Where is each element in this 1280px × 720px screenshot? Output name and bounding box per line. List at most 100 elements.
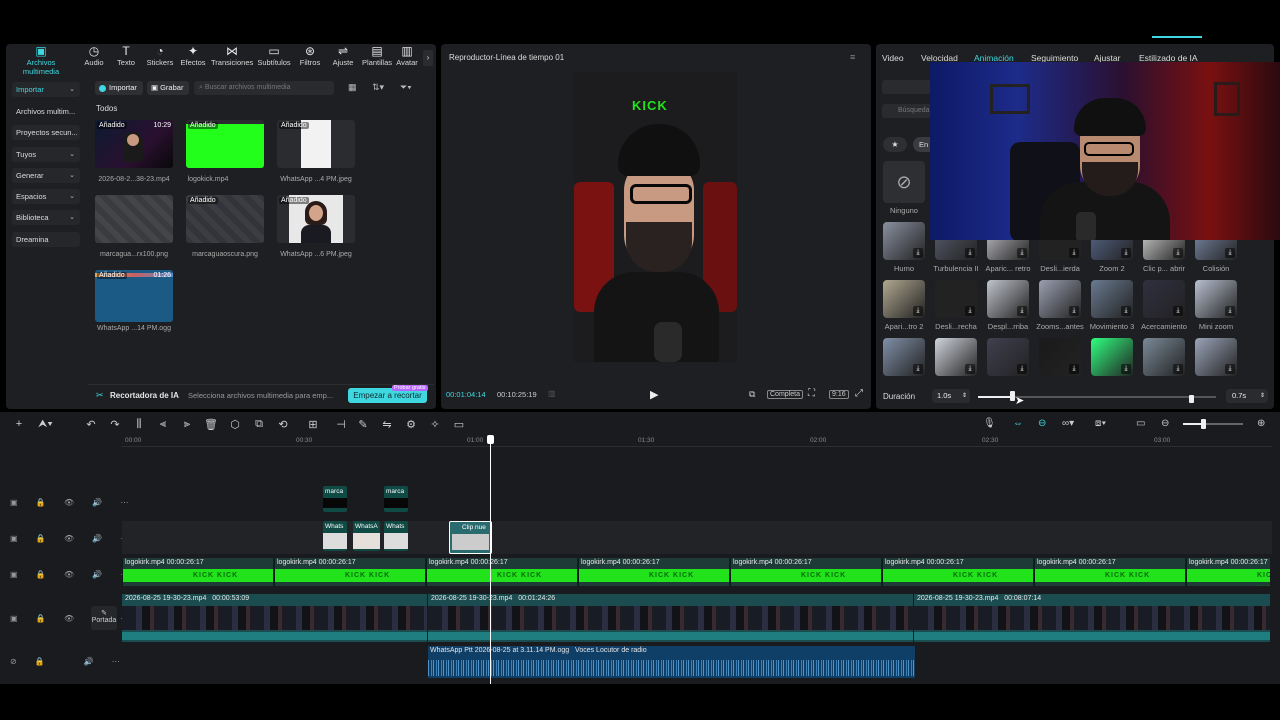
animation-thumb[interactable]: ⤓ bbox=[1195, 338, 1237, 376]
animation-thumb[interactable]: ⤓ bbox=[883, 222, 925, 260]
favorite-star-icon[interactable]: ★ bbox=[883, 137, 907, 152]
caption-icon[interactable]: ▭ bbox=[1136, 418, 1145, 429]
sidebar-item-2[interactable]: Proyectos secun... bbox=[12, 125, 80, 140]
crop-icon[interactable]: ⧉ bbox=[252, 418, 266, 431]
zoom-in-icon[interactable]: ⊕ bbox=[1257, 418, 1265, 429]
track-controls-green[interactable]: ▣ 🔒 👁 🔊 ⋯ bbox=[10, 570, 137, 579]
media-item-image-1[interactable]: Añadido bbox=[277, 120, 355, 168]
split-left-icon[interactable]: ⫷ bbox=[156, 418, 170, 431]
player-menu-icon[interactable]: ≡ bbox=[850, 52, 855, 62]
sidebar-item-0[interactable]: Importar ⌄ bbox=[12, 82, 80, 97]
animation-thumb[interactable]: ⤓ bbox=[1143, 338, 1185, 376]
import-button[interactable]: Importar bbox=[95, 81, 143, 95]
category-template[interactable]: ▤ Plantillas bbox=[361, 44, 393, 67]
green-screen-clip[interactable]: logokirk.mp4 00:00:26:17 KICK KICK bbox=[730, 558, 881, 586]
category-text[interactable]: T Texto bbox=[116, 44, 136, 67]
redo-icon[interactable]: ↷ bbox=[108, 418, 122, 431]
animation-thumb[interactable]: ⤓ bbox=[1091, 280, 1133, 318]
undo-icon[interactable]: ↶ bbox=[84, 418, 98, 431]
split-icon[interactable]: ⫼ bbox=[132, 418, 146, 431]
select-icon[interactable]: ⮝▾ bbox=[38, 418, 53, 431]
animation-thumb[interactable]: ⤓ bbox=[1039, 280, 1081, 318]
crop-icon[interactable]: ⧉ bbox=[749, 389, 755, 400]
sticker-clip[interactable]: marca bbox=[384, 486, 408, 512]
cover-button[interactable]: ✎ Portada bbox=[91, 606, 117, 630]
category-transition[interactable]: ⋈ Transiciones bbox=[211, 44, 253, 67]
green-screen-clip[interactable]: logokirk.mp4 00:00:26:17 KICK KICK bbox=[426, 558, 577, 586]
animation-thumb[interactable]: ⤓ bbox=[1143, 280, 1185, 318]
track-controls-main[interactable]: ▣ 🔒 👁 🔊 ⋯ bbox=[10, 614, 137, 623]
magnet-toggle[interactable]: ⇔ bbox=[1013, 418, 1023, 429]
overlay-clip[interactable]: WhatsA bbox=[353, 521, 380, 551]
anim-none-button[interactable]: ⊘ bbox=[883, 161, 925, 203]
media-item-audio[interactable]: Añadido 01:26 bbox=[95, 270, 173, 322]
anim-search-input[interactable] bbox=[882, 80, 932, 94]
media-search-input[interactable]: ⌕ Buscar archivos multimedia bbox=[194, 81, 334, 95]
track-controls-overlay[interactable]: ▣ 🔒 👁 🔊 ⋯ bbox=[10, 534, 137, 543]
mirror-icon[interactable]: ⇋ bbox=[380, 418, 394, 431]
split-view-icon[interactable]: ⧈▾ bbox=[1095, 418, 1106, 429]
sort-icon[interactable]: ⇅▾ bbox=[372, 82, 384, 93]
green-screen-clip[interactable]: logokirk.mp4 00:00:26:17 KICK KICK bbox=[122, 558, 273, 586]
green-screen-clip[interactable]: logokirk.mp4 00:00:26:17 KICK KICK bbox=[1034, 558, 1185, 586]
sidebar-item-6[interactable]: Biblioteca ⌄ bbox=[12, 210, 80, 225]
fullscreen-icon[interactable]: ⤢ bbox=[855, 388, 863, 399]
sticker-clip[interactable]: marca bbox=[323, 486, 347, 512]
animation-thumb[interactable]: ⤓ bbox=[1195, 280, 1237, 318]
playhead[interactable] bbox=[490, 438, 491, 684]
full-quality-button[interactable]: Completa bbox=[767, 390, 803, 399]
category-avatar[interactable]: ▥ Avatar bbox=[396, 44, 418, 67]
track-controls-audio[interactable]: ⊘ 🔒 🔊 ⋯ bbox=[10, 657, 128, 666]
category-adjust[interactable]: ⇌ Ajuste bbox=[331, 44, 355, 67]
audio-clip[interactable]: WhatsApp Ptt 2026-08-25 at 3.11.14 PM.og… bbox=[428, 646, 915, 678]
duration-slider-handle-out[interactable] bbox=[1189, 395, 1194, 403]
animation-thumb[interactable]: ⤓ bbox=[987, 338, 1029, 376]
media-item-video-2[interactable]: Añadido bbox=[186, 120, 264, 168]
selected-overlay-clip[interactable]: Clip nue bbox=[449, 521, 492, 554]
animation-thumb[interactable]: ⤓ bbox=[1039, 338, 1081, 376]
sidebar-item-7[interactable]: Dreamina bbox=[12, 232, 80, 247]
sidebar-item-4[interactable]: Generar ⌄ bbox=[12, 168, 80, 183]
sidebar-item-3[interactable]: Tuyos ⌄ bbox=[12, 147, 80, 162]
mask-icon[interactable]: ✎ bbox=[356, 418, 370, 431]
animation-thumb[interactable]: ⤓ bbox=[1091, 338, 1133, 376]
zoom-out-icon[interactable]: ⊖ bbox=[1161, 418, 1169, 429]
anim-search-2[interactable]: Búsqueda bbox=[882, 104, 932, 118]
media-item-video-1[interactable]: Añadido 10:29 bbox=[95, 120, 173, 168]
main-video-clip[interactable]: 2026-08-25 19-30-23.mp4 00:00:53:09 bbox=[122, 594, 427, 642]
sidebar-item-1[interactable]: Archivos multim... bbox=[12, 104, 80, 119]
duration-out-input[interactable]: 0.7s ⇕ bbox=[1226, 389, 1268, 403]
animation-thumb[interactable]: ⤓ bbox=[883, 280, 925, 318]
filter-icon[interactable]: ⏷▾ bbox=[400, 82, 412, 93]
magic-icon[interactable]: ✧ bbox=[428, 418, 442, 431]
delete-icon[interactable]: 🗑 bbox=[204, 418, 218, 431]
animation-thumb[interactable]: ⤓ bbox=[935, 338, 977, 376]
category-media[interactable]: ▣ Archivos multimedia bbox=[8, 44, 74, 76]
chain-icon[interactable]: ∞▾ bbox=[1062, 418, 1074, 429]
link-toggle[interactable]: ⊖ bbox=[1038, 418, 1046, 429]
main-video-clip[interactable]: 2026-08-25 19-30-23.mp4 00:01:24:26 bbox=[428, 594, 913, 642]
categories-more-button[interactable]: › bbox=[423, 50, 433, 66]
green-screen-clip[interactable]: logokirk.mp4 00:00:26:17 KICK KICK bbox=[274, 558, 425, 586]
green-screen-clip[interactable]: logokirk.mp4 00:00:26:17 KICK KICK bbox=[578, 558, 729, 586]
mic-icon[interactable]: 🎙 bbox=[983, 418, 996, 429]
overlay-clip[interactable]: Whats bbox=[384, 521, 408, 551]
main-video-clip[interactable]: 2026-08-25 19-30-23.mp4 00:08:07:14 bbox=[914, 594, 1270, 642]
overlay-clip[interactable]: Whats bbox=[323, 521, 347, 551]
trim-icon[interactable]: ⊣ bbox=[334, 418, 348, 431]
category-sticker[interactable]: ◔ Stickers bbox=[146, 44, 174, 67]
category-audio[interactable]: ◷ Audio bbox=[84, 44, 104, 67]
category-filter[interactable]: ⊛ Filtros bbox=[298, 44, 322, 67]
marker-icon[interactable]: ⬡ bbox=[228, 418, 242, 431]
playhead-handle[interactable] bbox=[487, 435, 494, 444]
track-controls-sticker[interactable]: ▣ 🔒 👁 🔊 ⋯ bbox=[10, 498, 137, 507]
media-item-image-3[interactable]: Añadido bbox=[186, 195, 264, 243]
aspect-ratio-button[interactable]: 9:16 bbox=[829, 390, 849, 399]
tab-0[interactable]: Video bbox=[882, 53, 904, 63]
category-effects[interactable]: ✦ Efectos bbox=[180, 44, 206, 67]
media-item-image-2[interactable] bbox=[95, 195, 173, 243]
add-icon[interactable]: + bbox=[12, 418, 26, 430]
zoom-slider-handle[interactable] bbox=[1201, 419, 1206, 429]
duration-in-input[interactable]: 1.0s ⇕ bbox=[932, 389, 970, 403]
media-filter-all[interactable]: Todos bbox=[96, 104, 117, 113]
